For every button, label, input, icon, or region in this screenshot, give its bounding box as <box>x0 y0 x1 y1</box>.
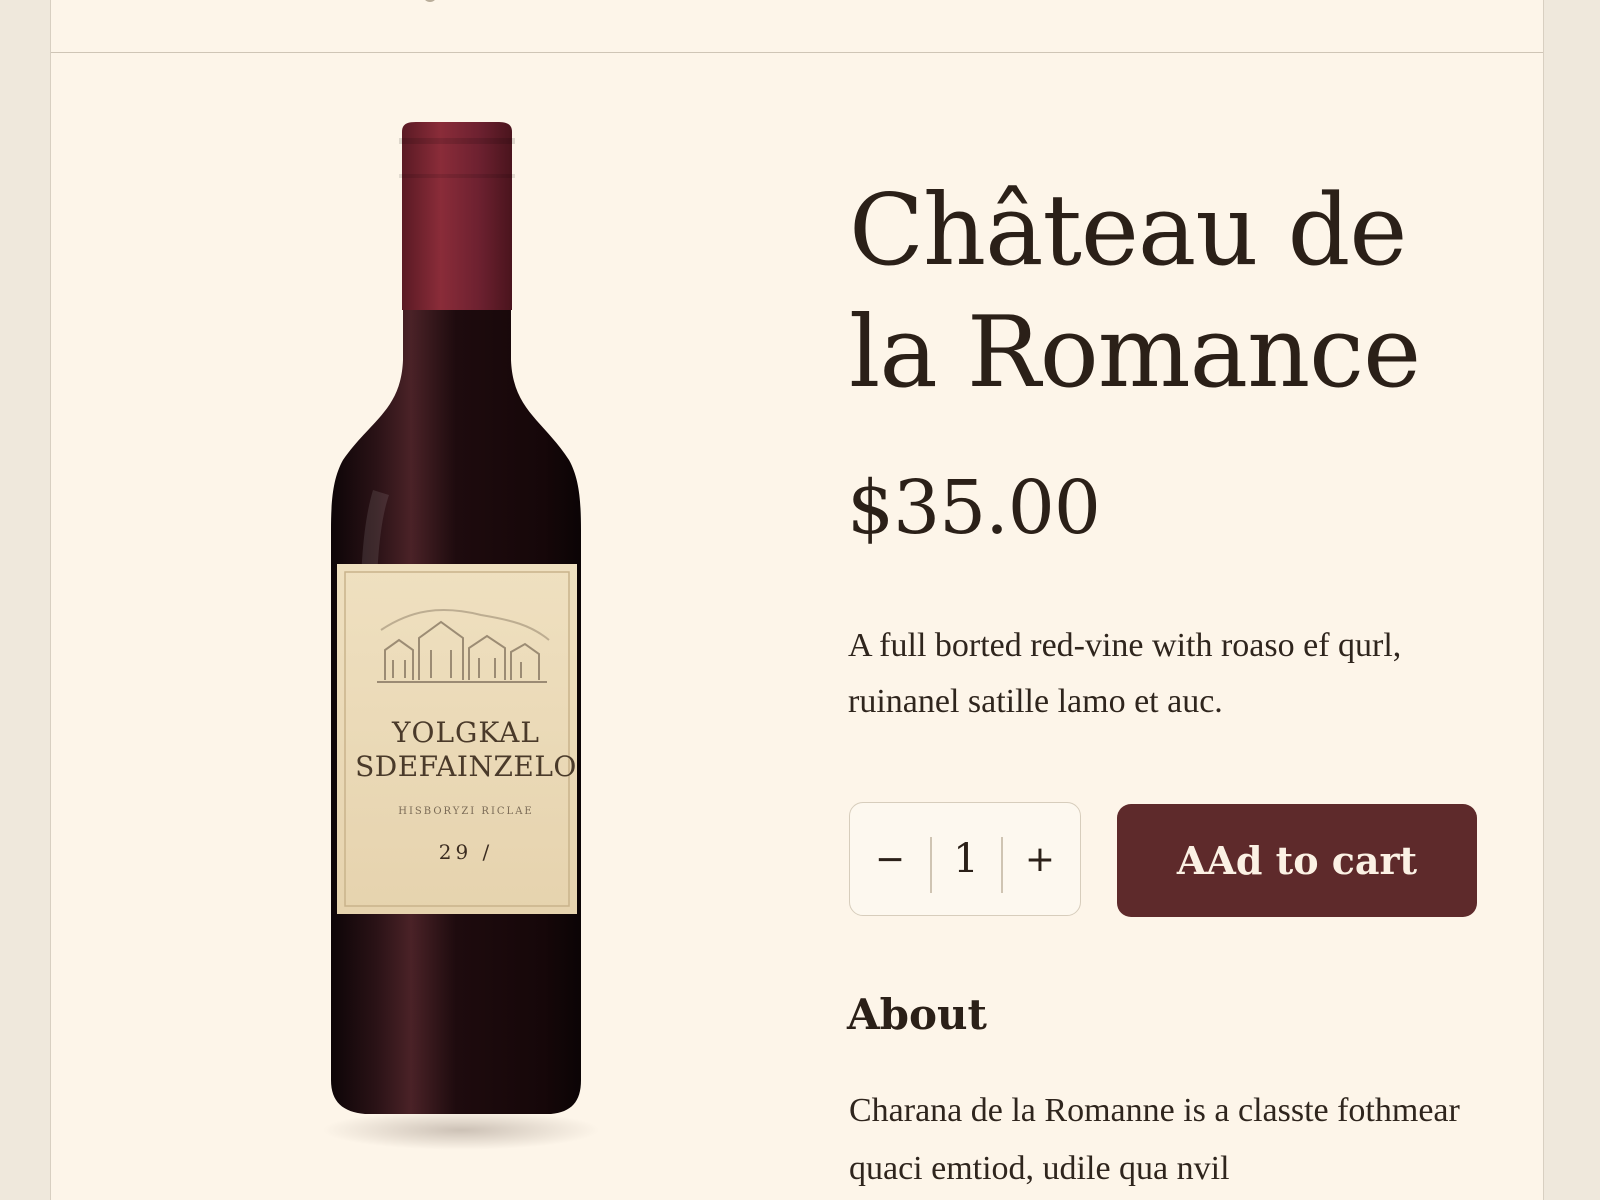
minus-icon: − <box>874 838 906 880</box>
top-bar <box>51 0 1543 53</box>
quantity-value[interactable]: 1 <box>930 803 1002 915</box>
product-image: YOLGKAL SDEFAINZELO HISBORYZI RICLAE 29 … <box>281 110 601 1170</box>
quantity-decrease-button[interactable]: − <box>850 803 930 915</box>
bottle-label-line1: YOLGKAL <box>392 716 540 749</box>
product-title: Château de la Romance <box>849 174 1421 410</box>
wine-bottle-image <box>331 122 581 1114</box>
bottle-label-year: 29 / <box>438 840 494 864</box>
quantity-increase-button[interactable]: + <box>1000 803 1080 915</box>
bottle-label-subtitle: HISBORYZI RICLAE <box>398 806 534 817</box>
bottle-label-line2: SDEFAINZELO <box>355 750 577 783</box>
product-page: YOLGKAL SDEFAINZELO HISBORYZI RICLAE 29 … <box>50 0 1544 1200</box>
plus-icon: + <box>1024 838 1056 880</box>
about-heading: About <box>847 990 987 1039</box>
topbar-mark <box>423 0 437 2</box>
quantity-stepper: − 1 + <box>849 802 1081 916</box>
product-description: A full borted red-vine with roaso ef qur… <box>848 627 1402 720</box>
add-to-cart-button[interactable]: AAd to cart <box>1117 804 1477 917</box>
product-price: $35.00 <box>847 465 1101 551</box>
about-text: Charana de la Romanne is a classte fothm… <box>849 1092 1460 1187</box>
